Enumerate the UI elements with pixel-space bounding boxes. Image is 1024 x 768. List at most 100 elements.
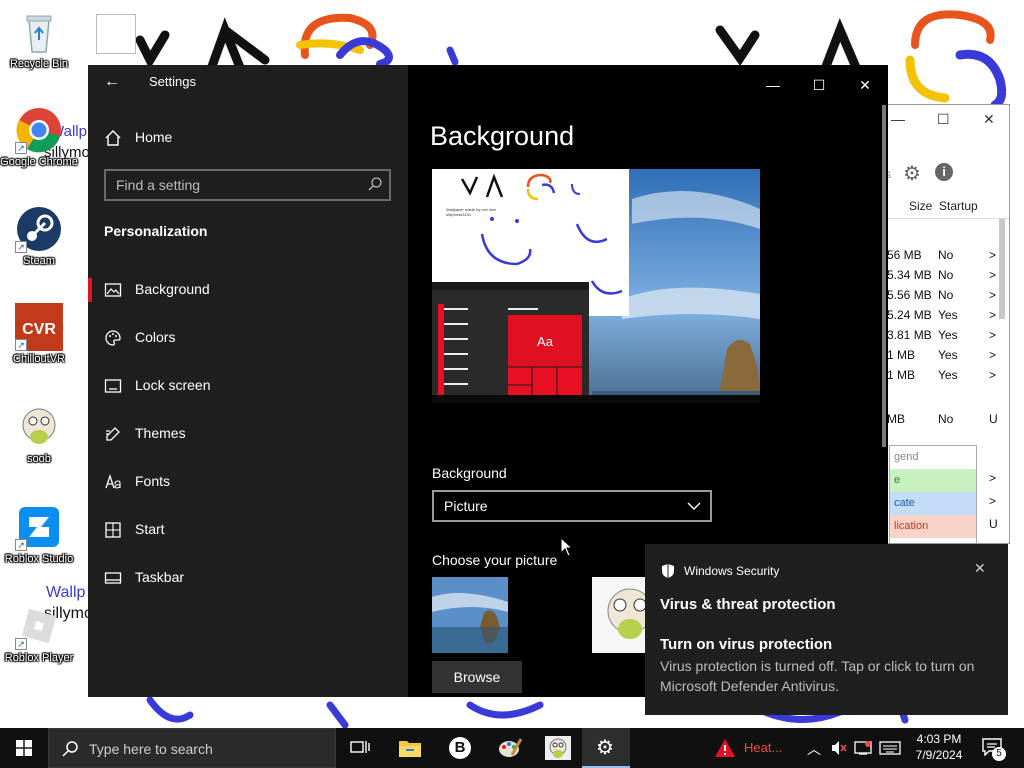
nav-item-colors[interactable]: Colors xyxy=(88,316,408,360)
background-dropdown[interactable]: Picture xyxy=(432,490,712,522)
desktop-icon-chilloutvr[interactable]: CVR ↗ ChilloutVR xyxy=(0,303,78,366)
maximize-icon[interactable]: ☐ xyxy=(796,71,842,99)
volume-muted-icon[interactable] xyxy=(830,740,848,756)
back-arrow-icon[interactable]: ← xyxy=(104,73,122,91)
shield-icon xyxy=(661,563,675,584)
task-manager-column-header: Size Startup xyxy=(885,193,1009,219)
cell-size: 5.34 MB xyxy=(887,268,932,282)
nav-item-lock-screen[interactable]: Lock screen xyxy=(88,364,408,408)
desktop: Wallp sillymo Wallp sillymo Recycle Bin … xyxy=(0,0,1024,728)
choose-picture-label: Choose your picture xyxy=(432,552,558,568)
find-setting-input[interactable] xyxy=(116,176,356,194)
table-row[interactable]: 5.24 MB Yes > xyxy=(885,305,1009,325)
nav-item-themes[interactable]: Themes xyxy=(88,412,408,456)
nav-item-start[interactable]: Start xyxy=(88,508,408,552)
desktop-icon-roblox-player[interactable]: ↗ Roblox Player xyxy=(0,602,78,665)
desktop-icon-steam[interactable]: ↗ Steam xyxy=(0,205,78,268)
table-row[interactable]: 1 MB Yes > xyxy=(885,345,1009,365)
chevron-up-icon[interactable]: ︿ xyxy=(807,739,821,759)
security-toast[interactable]: Windows Security ✕ Virus & threat protec… xyxy=(645,544,1008,715)
close-icon[interactable]: ✕ xyxy=(842,71,888,99)
picture-thumb-1[interactable] xyxy=(432,577,508,653)
page-title: Background xyxy=(430,121,575,151)
soob-app-button[interactable] xyxy=(534,728,582,768)
nav-item-fonts[interactable]: Fonts xyxy=(88,460,408,504)
chevron-right-icon[interactable]: > xyxy=(989,308,996,322)
table-row[interactable]: 56 MB No > xyxy=(885,245,1009,265)
scrollbar-thumb[interactable] xyxy=(882,105,886,447)
weather-widget[interactable]: Heat... xyxy=(706,728,800,768)
home-icon xyxy=(104,129,122,147)
browse-button[interactable]: Browse xyxy=(432,661,522,693)
desktop-icon-label: Roblox Studio xyxy=(4,553,74,565)
chevron-right-icon[interactable]: > xyxy=(989,328,996,342)
task-view-icon xyxy=(350,741,370,753)
toast-title: Turn on virus protection xyxy=(660,636,833,653)
toast-heading: Virus & threat protection xyxy=(660,596,836,613)
legend-item: cate xyxy=(890,492,976,515)
windows-logo-icon xyxy=(16,740,32,756)
notification-center-button[interactable]: 5 xyxy=(982,738,1006,761)
toast-body: Virus protection is turned off. Tap or c… xyxy=(660,658,975,694)
desktop-icon-label: ChilloutVR xyxy=(13,353,65,365)
gear-icon[interactable]: ⚙ xyxy=(903,161,921,186)
clock-time: 4:03 PM xyxy=(916,732,962,746)
nav-home[interactable]: Home xyxy=(88,116,408,160)
column-size[interactable]: Size xyxy=(909,199,932,213)
steam-icon: ↗ xyxy=(15,205,63,253)
desktop-icon-wallpaper-file[interactable] xyxy=(94,14,138,54)
desktop-icon-recycle-bin[interactable]: Recycle Bin xyxy=(0,8,78,71)
chevron-right-icon[interactable]: U xyxy=(989,517,998,531)
network-icon[interactable] xyxy=(854,740,872,756)
find-setting-box[interactable] xyxy=(104,169,391,201)
desktop-icon-chrome[interactable]: ↗ Google Chrome xyxy=(0,106,78,169)
minimize-icon[interactable]: — xyxy=(891,111,905,127)
chevron-right-icon[interactable]: > xyxy=(989,494,996,508)
start-icon xyxy=(104,521,122,539)
nav-item-background[interactable]: Background xyxy=(88,268,408,312)
preview-image xyxy=(432,169,760,403)
table-row[interactable]: MB No U xyxy=(885,409,1009,429)
desktop-icon-roblox-studio[interactable]: ↗ Roblox Studio xyxy=(0,503,78,566)
start-button[interactable] xyxy=(0,728,48,768)
cell-size: 5.24 MB xyxy=(887,308,932,322)
file-explorer-button[interactable] xyxy=(386,728,434,768)
background-preview: Aa Wallpaper made by cee wnv sillymoss31… xyxy=(432,169,760,403)
minimize-icon[interactable]: — xyxy=(750,71,796,99)
info-icon[interactable]: i xyxy=(935,163,953,181)
cell-startup: Yes xyxy=(938,368,958,382)
task-manager-window[interactable]: — ☐ ✕ s ⚙ i Size Startup 56 MB No >5.34 MB… xyxy=(884,104,1010,544)
cell-startup: Yes xyxy=(938,308,958,322)
chevron-right-icon[interactable]: > xyxy=(989,248,996,262)
table-row[interactable]: 1 MB Yes > xyxy=(885,365,1009,385)
table-row[interactable]: 5.34 MB No > xyxy=(885,265,1009,285)
maximize-icon[interactable]: ☐ xyxy=(937,111,950,128)
scrollbar-thumb[interactable] xyxy=(999,219,1005,319)
image-file-icon xyxy=(96,14,136,54)
chevron-right-icon[interactable]: U xyxy=(989,412,998,426)
cell-startup: Yes xyxy=(938,328,958,342)
column-startup[interactable]: Startup xyxy=(939,199,978,213)
chevron-right-icon[interactable]: > xyxy=(989,288,996,302)
cell-startup: No xyxy=(938,288,954,302)
table-row[interactable]: 5.56 MB No > xyxy=(885,285,1009,305)
task-manager-toolbar: s ⚙ i xyxy=(885,161,1009,195)
paint-app-button[interactable] xyxy=(486,728,534,768)
taskbar-search[interactable]: Type here to search xyxy=(48,728,336,768)
close-icon[interactable]: ✕ xyxy=(974,560,986,577)
chevron-right-icon[interactable]: > xyxy=(989,348,996,362)
task-view-button[interactable] xyxy=(336,728,384,768)
keyboard-icon[interactable] xyxy=(879,740,901,756)
search-icon[interactable] xyxy=(367,176,383,197)
chevron-right-icon[interactable]: > xyxy=(989,471,996,485)
desktop-icon-soob[interactable]: soob xyxy=(0,403,78,466)
chevron-right-icon[interactable]: > xyxy=(989,268,996,282)
chevron-right-icon[interactable]: > xyxy=(989,368,996,382)
clock[interactable]: 4:03 PM 7/9/2024 xyxy=(908,732,970,762)
nav-item-taskbar[interactable]: Taskbar xyxy=(88,556,408,600)
table-row[interactable]: 3.81 MB Yes > xyxy=(885,325,1009,345)
settings-app-button[interactable]: ⚙ xyxy=(582,728,630,768)
close-icon[interactable]: ✕ xyxy=(983,111,995,128)
desktop-icon-label: Steam xyxy=(23,255,55,267)
bing-app-button[interactable]: B xyxy=(436,728,484,768)
